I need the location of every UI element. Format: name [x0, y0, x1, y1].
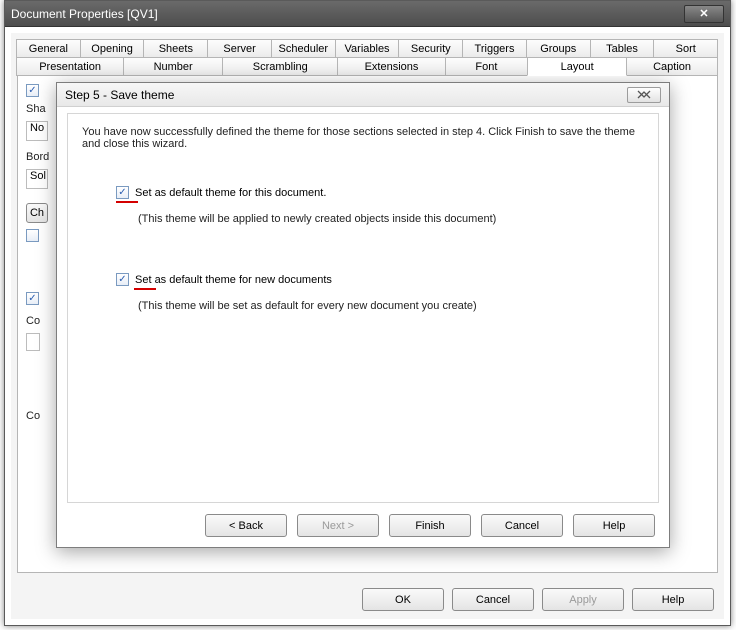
dialog-button-row: OK Cancel Apply Help [362, 588, 714, 611]
wizard-button-row: < Back Next > Finish Cancel Help [205, 514, 655, 537]
tab-general[interactable]: General [16, 39, 81, 58]
red-underline-icon [134, 288, 156, 290]
border-label: Bord [26, 151, 49, 163]
tab-triggers[interactable]: Triggers [462, 39, 527, 58]
co-field[interactable] [26, 333, 40, 351]
wizard-titlebar[interactable]: Step 5 - Save theme [57, 83, 669, 107]
shadow-label: Sha [26, 103, 46, 115]
tab-scrambling[interactable]: Scrambling [222, 57, 338, 76]
checkbox-icon[interactable]: ✓ [26, 84, 39, 97]
tab-server[interactable]: Server [207, 39, 272, 58]
tab-sheets[interactable]: Sheets [143, 39, 208, 58]
titlebar[interactable]: Document Properties [QV1] ✕ [5, 1, 730, 27]
tab-font[interactable]: Font [445, 57, 529, 76]
option1-hint: (This theme will be applied to newly cre… [138, 213, 644, 225]
option-default-this-doc: ✓ Set as default theme for this document… [116, 186, 644, 225]
finish-button[interactable]: Finish [389, 514, 471, 537]
tab-opening[interactable]: Opening [80, 39, 145, 58]
wizard-cancel-button[interactable]: Cancel [481, 514, 563, 537]
co-label: Co [26, 315, 40, 327]
option1-label: Set as default theme for this document. [135, 187, 326, 199]
tab-tables[interactable]: Tables [590, 39, 655, 58]
checkbox-default-new-docs[interactable]: ✓ [116, 273, 129, 286]
tab-caption[interactable]: Caption [626, 57, 718, 76]
option2-label: Set as default theme for new documents [135, 274, 332, 286]
tab-variables[interactable]: Variables [335, 39, 400, 58]
tab-number[interactable]: Number [123, 57, 223, 76]
option2-hint: (This theme will be set as default for e… [138, 300, 644, 312]
option-default-new-docs: ✓ Set as default theme for new documents… [116, 273, 644, 312]
wizard-title: Step 5 - Save theme [65, 88, 174, 102]
layout-checkbox-row2: ✓ [26, 292, 39, 305]
checkbox-icon[interactable]: ✓ [26, 292, 39, 305]
ch-button[interactable]: Ch [26, 203, 48, 223]
wizard-help-button[interactable]: Help [573, 514, 655, 537]
tab-strip: General Opening Sheets Server Scheduler … [11, 33, 724, 76]
co2-label: Co [26, 410, 40, 422]
tab-groups[interactable]: Groups [526, 39, 591, 58]
red-underline-icon [116, 201, 138, 203]
tab-extensions[interactable]: Extensions [337, 57, 445, 76]
tab-layout[interactable]: Layout [527, 57, 627, 76]
apply-button[interactable]: Apply [542, 588, 624, 611]
tab-scheduler[interactable]: Scheduler [271, 39, 336, 58]
tab-presentation[interactable]: Presentation [16, 57, 124, 76]
save-theme-wizard: Step 5 - Save theme You have now success… [56, 82, 670, 548]
window-title: Document Properties [QV1] [11, 7, 684, 21]
tab-sort[interactable]: Sort [653, 39, 718, 58]
border-field[interactable]: Sol [26, 169, 48, 189]
wizard-intro-text: You have now successfully defined the th… [82, 126, 644, 150]
next-button: Next > [297, 514, 379, 537]
wizard-body: You have now successfully defined the th… [67, 113, 659, 503]
shadow-field[interactable]: No [26, 121, 48, 141]
empty-checkbox[interactable]: ✓ [26, 229, 39, 242]
close-icon[interactable]: ✕ [684, 5, 724, 23]
tab-row-1: General Opening Sheets Server Scheduler … [17, 39, 718, 58]
back-button[interactable]: < Back [205, 514, 287, 537]
tab-row-2: Presentation Number Scrambling Extension… [17, 57, 718, 76]
checkbox-default-this-doc[interactable]: ✓ [116, 186, 129, 199]
help-button[interactable]: Help [632, 588, 714, 611]
tab-security[interactable]: Security [398, 39, 463, 58]
layout-checkbox-row: ✓ [26, 84, 39, 97]
ok-button[interactable]: OK [362, 588, 444, 611]
wizard-close-icon[interactable] [627, 87, 661, 103]
cancel-button[interactable]: Cancel [452, 588, 534, 611]
